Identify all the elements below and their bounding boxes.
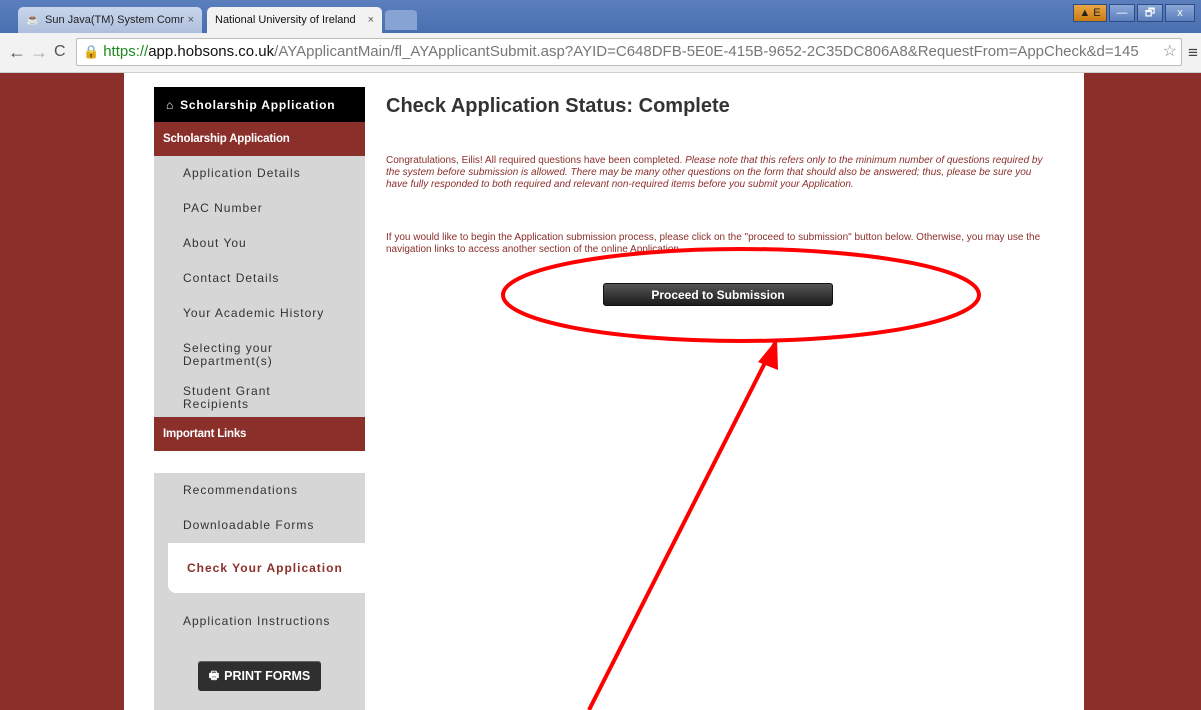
maximize-button[interactable]: 🗗 — [1137, 4, 1163, 22]
back-arrow-icon[interactable]: ← — [8, 42, 26, 63]
section-scholarship-application: Scholarship Application — [154, 122, 365, 156]
lock-icon: 🔒 — [83, 44, 100, 59]
tab-nui[interactable]: National University of Ireland × — [207, 7, 382, 33]
sidebar-header[interactable]: ⌂ Scholarship Application — [154, 87, 365, 122]
url-host: app.hobsons.co.uk — [148, 43, 275, 60]
instructions-text: If you would like to begin the Applicati… — [386, 232, 1041, 255]
status-message: Congratulations, Eilis! All required que… — [386, 155, 1046, 191]
browser-titlebar: ☕ Sun Java(TM) System Comm × National Un… — [0, 0, 1201, 33]
tab-sun-java[interactable]: ☕ Sun Java(TM) System Comm × — [18, 7, 202, 33]
page-title: Check Application Status: Complete — [386, 95, 730, 117]
print-forms-label: PRINT FORMS — [224, 669, 311, 683]
sidebar-item-check-your-application[interactable]: Check Your Application — [168, 543, 365, 593]
sidebar-item-recommendations[interactable]: Recommendations — [154, 473, 365, 508]
bookmark-star-icon[interactable]: ☆ — [1160, 39, 1177, 65]
sidebar: ⌂ Scholarship Application Scholarship Ap… — [154, 87, 365, 710]
sidebar-header-label: Scholarship Application — [180, 97, 336, 112]
close-icon[interactable]: × — [368, 14, 374, 26]
reload-icon[interactable]: C — [54, 43, 66, 61]
proceed-to-submission-button[interactable]: Proceed to Submission — [603, 283, 833, 306]
sidebar-item-about-you[interactable]: About You — [154, 226, 365, 261]
section-important-links: Important Links — [154, 417, 365, 451]
new-tab-button[interactable] — [385, 10, 417, 30]
home-icon: ⌂ — [166, 97, 175, 112]
warning-icon[interactable]: ▲ E — [1073, 4, 1107, 22]
java-icon: ☕ — [26, 14, 40, 26]
sidebar-item-department[interactable]: Selecting your Department(s) — [154, 331, 294, 379]
close-button[interactable]: x — [1165, 4, 1195, 22]
sidebar-item-downloadable-forms[interactable]: Downloadable Forms — [154, 508, 365, 543]
sidebar-item-pac-number[interactable]: PAC Number — [154, 191, 365, 226]
url-scheme: https:// — [103, 43, 149, 60]
forward-arrow-icon[interactable]: → — [30, 42, 48, 63]
url-path: /AYApplicantMain/fl_AYApplicantSubmit.as… — [274, 43, 1139, 60]
tab-title: Sun Java(TM) System Comm — [45, 14, 184, 26]
browser-toolbar: ← → C 🔒 https://app.hobsons.co.uk/AYAppli… — [0, 33, 1201, 73]
sidebar-item-academic-history[interactable]: Your Academic History — [154, 296, 365, 331]
sidebar-item-grant-recipients[interactable]: Student Grant Recipients — [154, 379, 294, 417]
sidebar-item-application-instructions[interactable]: Application Instructions — [154, 593, 365, 649]
print-forms-button[interactable]: 🖶 PRINT FORMS — [198, 661, 321, 691]
spacer — [154, 451, 365, 473]
tab-title: National University of Ireland — [215, 14, 356, 26]
close-icon[interactable]: × — [188, 14, 194, 26]
sidebar-item-application-details[interactable]: Application Details — [154, 156, 365, 191]
address-bar[interactable]: 🔒 https://app.hobsons.co.uk/AYApplicantMa… — [76, 38, 1182, 66]
page-content: ⌂ Scholarship Application Scholarship Ap… — [124, 73, 1084, 710]
sidebar-item-contact-details[interactable]: Contact Details — [154, 261, 365, 296]
window-controls: ▲ E — 🗗 x — [1073, 4, 1195, 22]
menu-icon[interactable]: ≡ — [1188, 43, 1198, 63]
status-message-text: Congratulations, Eilis! All required que… — [386, 155, 686, 166]
printer-icon: 🖶 — [208, 669, 220, 682]
minimize-button[interactable]: — — [1109, 4, 1135, 22]
